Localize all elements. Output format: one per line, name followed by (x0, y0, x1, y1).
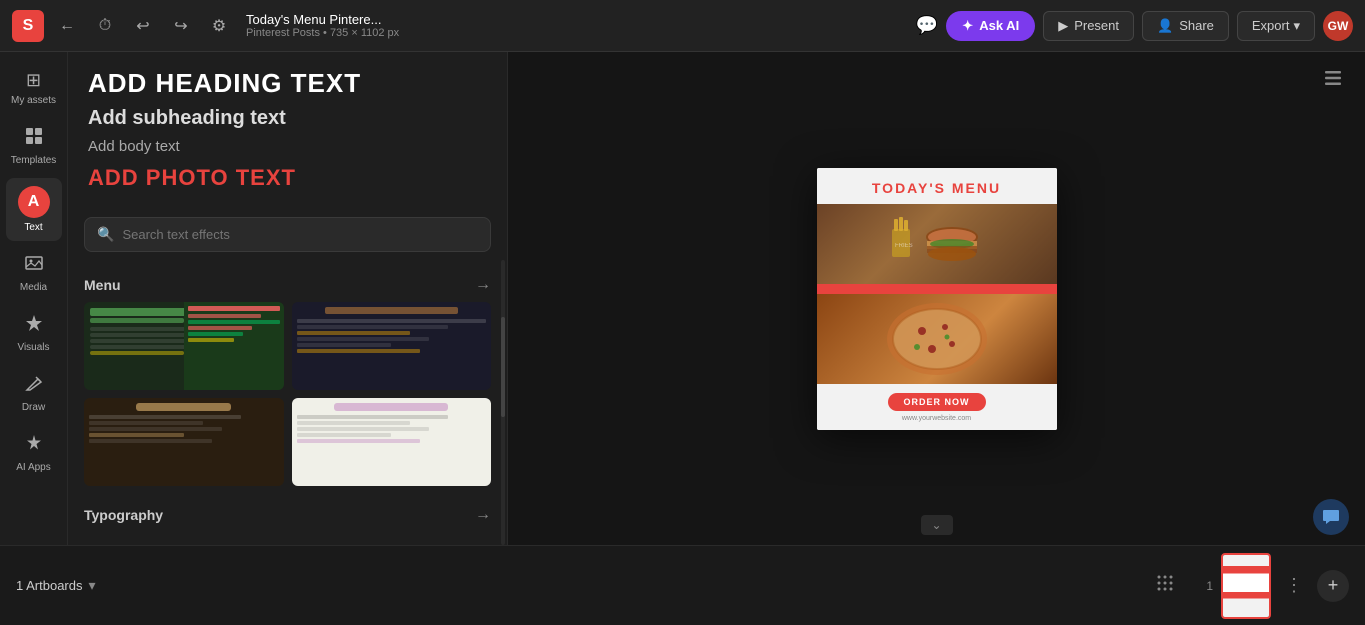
export-label: Export (1252, 18, 1290, 33)
avatar[interactable]: GW (1323, 11, 1353, 41)
thumbnail-more-button[interactable]: ⋮ (1279, 571, 1309, 601)
page-number: 1 (1206, 579, 1213, 593)
redo-button[interactable]: ↪ (166, 11, 196, 41)
sidebar-item-ai-apps[interactable]: AI Apps (6, 425, 62, 481)
add-photo-text[interactable]: ADD PHOTO TEXT (88, 165, 487, 191)
export-chevron-icon: ▾ (1293, 18, 1300, 34)
page-thumbnail[interactable] (1221, 553, 1271, 619)
typography-section-label: Typography (84, 507, 163, 523)
present-label: Present (1074, 18, 1119, 33)
bottom-right (1156, 574, 1174, 597)
sidebar-media-label: Media (20, 282, 47, 293)
sidebar-item-my-assets[interactable]: ⊞ My assets (6, 62, 62, 114)
share-button[interactable]: 👤 Share (1142, 11, 1229, 41)
export-button[interactable]: Export ▾ (1237, 11, 1315, 41)
sidebar-item-visuals[interactable]: Visuals (6, 305, 62, 361)
artboards-count: 1 Artboards (16, 578, 83, 593)
order-now-button[interactable]: ORDER NOW (888, 393, 986, 411)
add-page-button[interactable]: + (1317, 570, 1349, 602)
templates-icon (24, 126, 44, 151)
sidebar-item-text[interactable]: A Text (6, 178, 62, 241)
text-entries: ADD HEADING TEXT Add subheading text Add… (68, 52, 507, 217)
share-icon: 👤 (1157, 18, 1173, 34)
canvas-expand-button[interactable]: ⌄ (921, 515, 953, 535)
sidebar-templates-label: Templates (11, 155, 57, 166)
artboard-header: TODAY'S MENU (817, 168, 1057, 204)
media-icon (24, 253, 44, 278)
sidebar-text-label: Text (24, 222, 42, 233)
website-url: www.yourwebsite.com (833, 415, 1041, 422)
sidebar-item-media[interactable]: Media (6, 245, 62, 301)
history-button[interactable]: ⏱ (90, 11, 120, 41)
text-icon: A (18, 186, 50, 218)
undo-button[interactable]: ↩ (128, 11, 158, 41)
text-panel: ADD HEADING TEXT Add subheading text Add… (68, 52, 508, 545)
back-button[interactable]: ← (52, 11, 82, 41)
present-button[interactable]: ▶ Present (1043, 11, 1134, 41)
add-body-text[interactable]: Add body text (88, 138, 487, 155)
artboard-bottom-image (817, 294, 1057, 384)
grid-dots-button[interactable] (1156, 574, 1174, 597)
draw-icon (24, 373, 44, 398)
sidebar-visuals-label: Visuals (17, 342, 49, 353)
my-assets-icon: ⊞ (26, 70, 41, 91)
avatar-initials: GW (1328, 19, 1349, 33)
menu-section-header: Menu → (68, 268, 507, 302)
chat-icon[interactable]: 💬 (916, 15, 938, 36)
topbar: S ← ⏱ ↩ ↪ ⚙ Today's Menu Pintere... Pint… (0, 0, 1365, 52)
ask-ai-star-icon: ✦ (962, 18, 973, 34)
document-title: Today's Menu Pintere... (246, 12, 399, 27)
search-icon: 🔍 (97, 226, 114, 243)
main-area: ⊞ My assets Templates A Text Media Visua… (0, 52, 1365, 545)
template-thumb-indian[interactable] (292, 302, 492, 390)
artboard-preview: TODAY'S MENU FRIES (817, 168, 1057, 430)
sidebar-item-label: My assets (11, 95, 56, 106)
bottom-bar: 1 Artboards ▾ 1 ⋮ + (0, 545, 1365, 625)
chat-floating-button[interactable] (1313, 499, 1349, 535)
ai-apps-icon (24, 433, 44, 458)
sidebar-item-draw[interactable]: Draw (6, 365, 62, 421)
sidebar-draw-label: Draw (22, 402, 45, 413)
svg-text:FRIES: FRIES (895, 243, 913, 249)
artboard-top-image: FRIES (817, 204, 1057, 284)
add-heading-text[interactable]: ADD HEADING TEXT (88, 68, 487, 99)
template-thumb-coffee[interactable] (84, 398, 284, 486)
canvas-area: TODAY'S MENU FRIES (508, 52, 1365, 545)
topbar-right: 💬 ✦ Ask AI ▶ Present 👤 Share Export ▾ GW (916, 11, 1353, 41)
ask-ai-button[interactable]: ✦ Ask AI (946, 11, 1035, 41)
ask-ai-label: Ask AI (979, 18, 1019, 33)
panel-scrollbar-thumb (501, 317, 505, 417)
share-label: Share (1179, 18, 1214, 33)
present-icon: ▶ (1058, 18, 1068, 34)
artboard-footer: ORDER NOW www.yourwebsite.com (817, 384, 1057, 430)
artboard-red-band (817, 284, 1057, 294)
search-input[interactable] (122, 227, 478, 242)
typography-section-arrow-button[interactable]: → (475, 506, 491, 524)
menu-section-arrow-button[interactable]: → (475, 276, 491, 294)
sidebar-item-templates[interactable]: Templates (6, 118, 62, 174)
document-subtitle: Pinterest Posts • 735 × 1102 px (246, 27, 399, 39)
panel-scroll: Menu → (68, 260, 507, 545)
template-thumb-fruits-veg[interactable] (84, 302, 284, 390)
template-thumb-cursive[interactable] (292, 398, 492, 486)
icon-sidebar: ⊞ My assets Templates A Text Media Visua… (0, 52, 68, 545)
canvas-main: TODAY'S MENU FRIES (508, 52, 1365, 545)
thumbnail-inner (1223, 555, 1269, 617)
panel-scrollbar (501, 260, 505, 545)
menu-section-label: Menu (84, 277, 121, 293)
topbar-title-area: Today's Menu Pintere... Pinterest Posts … (246, 12, 399, 39)
bottom-thumb-area: 1 ⋮ + (1206, 553, 1349, 619)
add-subheading-text[interactable]: Add subheading text (88, 107, 487, 130)
artboard-title: TODAY'S MENU (833, 180, 1041, 196)
search-bar: 🔍 (84, 217, 491, 252)
settings-button[interactable]: ⚙ (204, 11, 234, 41)
artboards-chevron-button[interactable]: ▾ (89, 577, 96, 594)
visuals-icon (24, 313, 44, 338)
app-logo: S (12, 10, 44, 42)
artboards-label: 1 Artboards ▾ (16, 577, 96, 594)
typography-section-header: Typography → (68, 498, 507, 532)
add-page-icon: + (1328, 575, 1339, 596)
sidebar-ai-apps-label: AI Apps (16, 462, 50, 473)
menu-template-grid (68, 302, 507, 498)
